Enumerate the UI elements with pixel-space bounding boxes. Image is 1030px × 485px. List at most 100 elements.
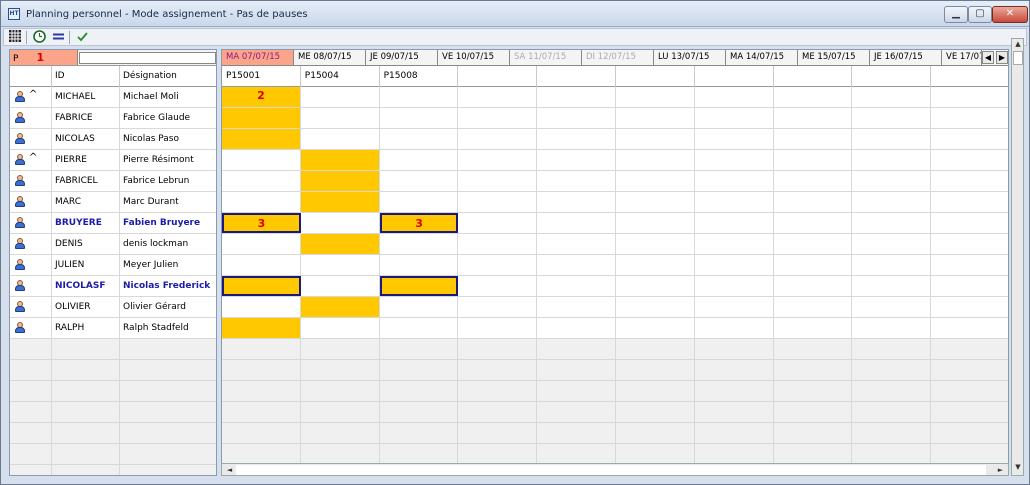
grid-cell[interactable]	[616, 255, 695, 275]
assignment-cell[interactable]	[300, 192, 380, 212]
grid-cell[interactable]	[931, 129, 1008, 149]
grid-cell[interactable]	[852, 444, 932, 464]
grid-cell[interactable]	[380, 150, 459, 170]
grid-cell[interactable]	[774, 87, 853, 107]
expand-caret[interactable]: ^	[29, 87, 37, 105]
grid-cell[interactable]	[852, 360, 932, 380]
date-tab[interactable]: SA 11/07/15	[510, 50, 582, 65]
grid-cell[interactable]	[458, 150, 538, 170]
project-column-header[interactable]: P15008	[380, 66, 459, 87]
grid-cell[interactable]	[380, 318, 459, 338]
grid-cell[interactable]	[852, 381, 932, 401]
assignment-cell[interactable]	[300, 150, 380, 170]
grid-cell[interactable]	[931, 255, 1008, 275]
grid-cell[interactable]	[852, 297, 932, 317]
grid-cell[interactable]	[222, 360, 301, 380]
date-tab[interactable]: MA 14/07/15	[726, 50, 798, 65]
grid-cell[interactable]	[301, 129, 380, 149]
assignment-cell[interactable]	[222, 318, 301, 338]
grid-cell[interactable]	[695, 381, 774, 401]
grid-cell[interactable]	[458, 360, 538, 380]
grid-cell[interactable]	[616, 402, 695, 422]
assignment-cell[interactable]: 3	[379, 213, 459, 233]
personnel-row[interactable]: DENIS denis lockman	[10, 234, 216, 255]
horizontal-scrollbar[interactable]: ◄ ►	[221, 463, 1009, 476]
grid-cell[interactable]	[458, 276, 538, 296]
personnel-row[interactable]: FABRICEL Fabrice Lebrun	[10, 171, 216, 192]
grid-cell[interactable]	[301, 339, 380, 359]
grid-cell[interactable]	[458, 213, 538, 233]
grid-cell[interactable]	[616, 444, 695, 464]
grid-cell[interactable]	[301, 276, 380, 296]
grid-cell[interactable]	[852, 192, 932, 212]
scroll-right-button[interactable]: ►	[995, 465, 1006, 475]
grid-cell[interactable]	[695, 318, 774, 338]
date-tab[interactable]: ME 08/07/15	[294, 50, 366, 65]
grid-cell[interactable]	[695, 276, 774, 296]
assignment-cell[interactable]	[300, 171, 380, 191]
personnel-row[interactable]: ^ MICHAEL Michael Moli	[10, 87, 216, 108]
grid-cell[interactable]	[537, 255, 616, 275]
grid-cell[interactable]	[931, 213, 1008, 233]
grid-cell[interactable]	[458, 402, 538, 422]
project-column-header[interactable]: P15001	[222, 66, 301, 87]
grid-cell[interactable]	[695, 339, 774, 359]
grid-cell[interactable]	[458, 234, 538, 254]
grid-cell[interactable]	[695, 297, 774, 317]
grid-cell[interactable]	[931, 234, 1008, 254]
grid-cell[interactable]	[931, 444, 1008, 464]
grid-cell[interactable]	[852, 423, 932, 443]
grid-cell[interactable]	[774, 318, 853, 338]
vertical-scroll-thumb[interactable]	[1013, 51, 1023, 65]
grid-icon[interactable]	[7, 30, 23, 45]
project-column-header[interactable]	[537, 66, 616, 87]
grid-cell[interactable]	[616, 297, 695, 317]
grid-cell[interactable]	[301, 255, 380, 275]
grid-cell[interactable]	[380, 87, 459, 107]
grid-cell[interactable]	[380, 423, 459, 443]
grid-cell[interactable]	[695, 402, 774, 422]
grid-cell[interactable]	[458, 381, 538, 401]
grid-cell[interactable]	[380, 192, 459, 212]
grid-cell[interactable]	[616, 129, 695, 149]
grid-cell[interactable]	[301, 402, 380, 422]
grid-cell[interactable]	[931, 192, 1008, 212]
expand-caret[interactable]: ^	[29, 150, 37, 168]
grid-cell[interactable]	[222, 171, 301, 191]
grid-cell[interactable]	[695, 234, 774, 254]
grid-cell[interactable]	[695, 360, 774, 380]
grid-cell[interactable]	[852, 108, 932, 128]
grid-cell[interactable]	[931, 276, 1008, 296]
column-header-icon[interactable]	[10, 66, 52, 87]
personnel-row[interactable]: BRUYERE Fabien Bruyere	[10, 213, 216, 234]
grid-cell[interactable]	[537, 150, 616, 170]
grid-cell[interactable]	[774, 276, 853, 296]
grid-cell[interactable]	[852, 402, 932, 422]
grid-cell[interactable]	[616, 318, 695, 338]
date-tab[interactable]: VE 10/07/15	[438, 50, 510, 65]
grid-cell[interactable]	[537, 234, 616, 254]
grid-cell[interactable]	[774, 381, 853, 401]
grid-cell[interactable]	[695, 87, 774, 107]
maximize-button[interactable]: ▢	[968, 6, 992, 23]
grid-cell[interactable]	[852, 213, 932, 233]
assignment-cell[interactable]	[222, 108, 301, 128]
grid-cell[interactable]	[380, 129, 459, 149]
grid-cell[interactable]	[616, 192, 695, 212]
filter-input[interactable]	[79, 52, 216, 64]
grid-cell[interactable]	[774, 234, 853, 254]
grid-cell[interactable]	[301, 381, 380, 401]
grid-cell[interactable]	[380, 108, 459, 128]
grid-cell[interactable]	[695, 192, 774, 212]
grid-cell[interactable]	[616, 276, 695, 296]
grid-cell[interactable]	[852, 276, 932, 296]
grid-cell[interactable]	[458, 297, 538, 317]
grid-cell[interactable]	[852, 87, 932, 107]
grid-cell[interactable]	[695, 171, 774, 191]
grid-cell[interactable]	[774, 360, 853, 380]
grid-cell[interactable]	[537, 339, 616, 359]
grid-cell[interactable]	[616, 339, 695, 359]
personnel-row[interactable]: MARC Marc Durant	[10, 192, 216, 213]
grid-cell[interactable]	[458, 423, 538, 443]
grid-cell[interactable]	[695, 444, 774, 464]
